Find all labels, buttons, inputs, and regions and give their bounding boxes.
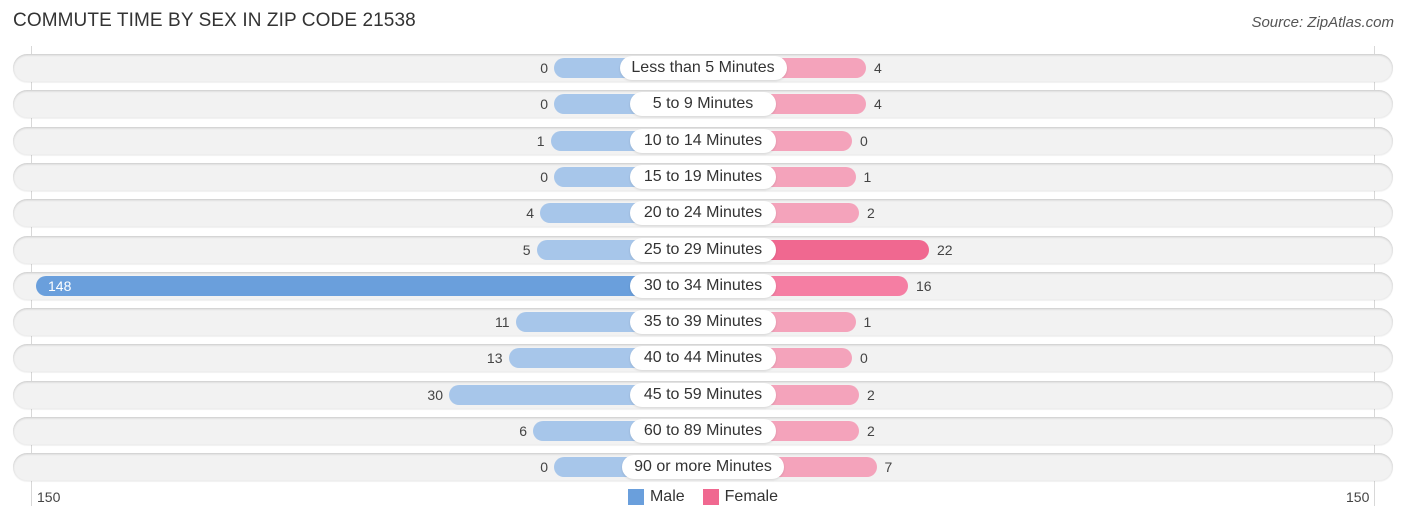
- value-label-female: 0: [860, 350, 868, 367]
- value-label-female: 1: [863, 314, 872, 331]
- value-label-female: 4: [874, 60, 882, 76]
- value-label-male: 0: [540, 459, 548, 476]
- value-label-male: 0: [540, 60, 548, 76]
- source-label: Source: ZipAtlas.com: [1251, 14, 1394, 31]
- category-label: 45 to 59 Minutes: [630, 382, 776, 407]
- bar-male: [36, 275, 703, 296]
- category-label: 60 to 89 Minutes: [630, 419, 776, 443]
- legend-swatch-female: [702, 489, 719, 505]
- value-label-female: 16: [916, 277, 932, 294]
- value-label-male: 30: [427, 386, 443, 403]
- chart-title: COMMUTE TIME BY SEX IN ZIP CODE 21538: [13, 10, 416, 31]
- value-label-female: 2: [867, 205, 875, 222]
- category-label: 5 to 9 Minutes: [630, 92, 776, 117]
- value-label-female: 7: [884, 459, 893, 476]
- category-label: 35 to 39 Minutes: [630, 310, 776, 335]
- value-label-male: 0: [540, 96, 548, 113]
- category-label: Less than 5 Minutes: [619, 56, 787, 80]
- value-label-male: 4: [526, 205, 534, 222]
- value-label-female: 2: [867, 423, 875, 439]
- value-label-female: 1: [863, 168, 872, 185]
- legend-item-male: Male: [627, 488, 685, 506]
- category-label: 40 to 44 Minutes: [630, 346, 776, 371]
- legend-label-male: Male: [649, 488, 685, 505]
- category-label: 30 to 34 Minutes: [630, 273, 776, 298]
- category-label: 25 to 29 Minutes: [630, 237, 776, 262]
- category-label: 90 or more Minutes: [622, 455, 784, 480]
- value-label-female: 0: [860, 132, 868, 149]
- value-label-male: 6: [519, 423, 527, 439]
- legend: Male Female: [0, 488, 1406, 506]
- category-label: 10 to 14 Minutes: [630, 128, 776, 153]
- value-label-male: 5: [522, 241, 531, 258]
- value-label-female: 4: [874, 96, 882, 113]
- value-label-male: 1: [536, 132, 545, 149]
- value-label-female: 22: [937, 241, 953, 258]
- value-label-male: 0: [540, 168, 548, 185]
- value-label-male: 13: [486, 350, 503, 367]
- value-label-male: 148: [48, 277, 72, 294]
- legend-item-female: Female: [702, 488, 779, 506]
- value-label-female: 2: [867, 386, 875, 403]
- legend-label-female: Female: [724, 488, 779, 505]
- category-label: 15 to 19 Minutes: [630, 164, 776, 189]
- legend-swatch-male: [627, 489, 644, 505]
- category-label: 20 to 24 Minutes: [630, 201, 776, 226]
- value-label-male: 11: [494, 314, 510, 331]
